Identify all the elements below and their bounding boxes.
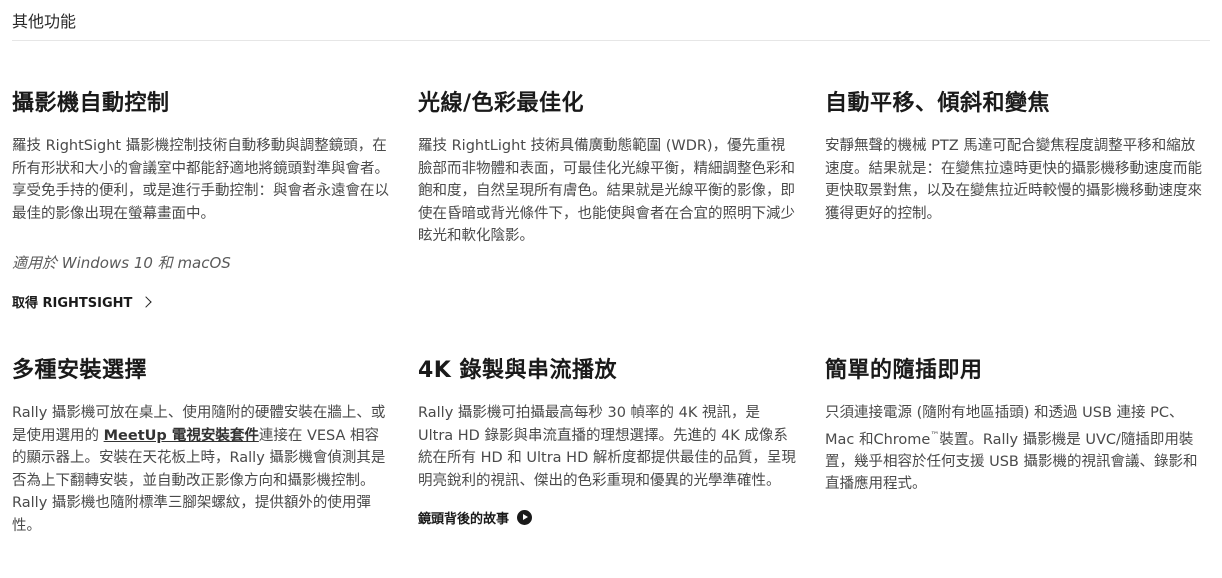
feature-description: 安靜無聲的機械 PTZ 馬達可配合變焦程度調整平移和縮放速度。結果就是：在變焦拉… bbox=[825, 138, 1202, 222]
feature-plug-and-play: 簡單的隨插即用 只須連接電源 (隨附有地區插頭) 和透過 USB 連接 PC、M… bbox=[825, 357, 1205, 496]
feature-heading: 攝影機自動控制 bbox=[12, 91, 170, 116]
behind-the-lens-label: 鏡頭背後的故事 bbox=[418, 512, 510, 527]
feature-camera-control: 攝影機自動控制 羅技 RightSight 攝影機控制技術自動移動與調整鏡頭，在… bbox=[12, 90, 392, 311]
get-rightsight-link[interactable]: 取得 RIGHTSIGHT bbox=[12, 292, 153, 311]
chevron-right-icon bbox=[140, 295, 153, 308]
feature-heading: 光線/色彩最佳化 bbox=[418, 91, 585, 116]
feature-description: 羅技 RightLight 技術具備廣動態範圍 (WDR)，優先重視臉部而非物體… bbox=[418, 138, 795, 244]
compatibility-note: 適用於 Windows 10 和 macOS bbox=[12, 254, 231, 272]
feature-heading: 多種安裝選擇 bbox=[12, 358, 148, 383]
feature-heading: 4K 錄製與串流播放 bbox=[418, 358, 618, 383]
meetup-tv-mount-link[interactable]: MeetUp 電視安裝套件 bbox=[104, 428, 259, 444]
feature-mounting: 多種安裝選擇 Rally 攝影機可放在桌上、使用隨附的硬體安裝在牆上、或是使用選… bbox=[12, 357, 392, 537]
behind-the-lens-link[interactable]: 鏡頭背後的故事 bbox=[418, 508, 533, 527]
feature-description: Rally 攝影機可拍攝最高每秒 30 幀率的 4K 視訊，是 Ultra HD… bbox=[418, 405, 796, 489]
divider bbox=[12, 40, 1210, 41]
section-title: 其他功能 bbox=[12, 12, 77, 31]
feature-description: Rally 攝影機可放在桌上、使用隨附的硬體安裝在牆上、或是使用選用的 Meet… bbox=[12, 402, 392, 537]
trademark-symbol: ™ bbox=[930, 430, 940, 441]
play-icon bbox=[517, 510, 533, 525]
feature-description: 羅技 RightSight 攝影機控制技術自動移動與調整鏡頭，在所有形狀和大小的… bbox=[12, 138, 389, 222]
get-rightsight-label: 取得 RIGHTSIGHT bbox=[12, 296, 133, 311]
feature-heading: 簡單的隨插即用 bbox=[825, 358, 983, 383]
feature-4k: 4K 錄製與串流播放 Rally 攝影機可拍攝最高每秒 30 幀率的 4K 視訊… bbox=[418, 357, 798, 527]
feature-description: 只須連接電源 (隨附有地區插頭) 和透過 USB 連接 PC、Mac 和Chro… bbox=[825, 402, 1205, 496]
feature-light-color: 光線/色彩最佳化 羅技 RightLight 技術具備廣動態範圍 (WDR)，優… bbox=[418, 90, 798, 248]
feature-heading: 自動平移、傾斜和變焦 bbox=[825, 91, 1051, 116]
feature-ptz: 自動平移、傾斜和變焦 安靜無聲的機械 PTZ 馬達可配合變焦程度調整平移和縮放速… bbox=[825, 90, 1205, 225]
